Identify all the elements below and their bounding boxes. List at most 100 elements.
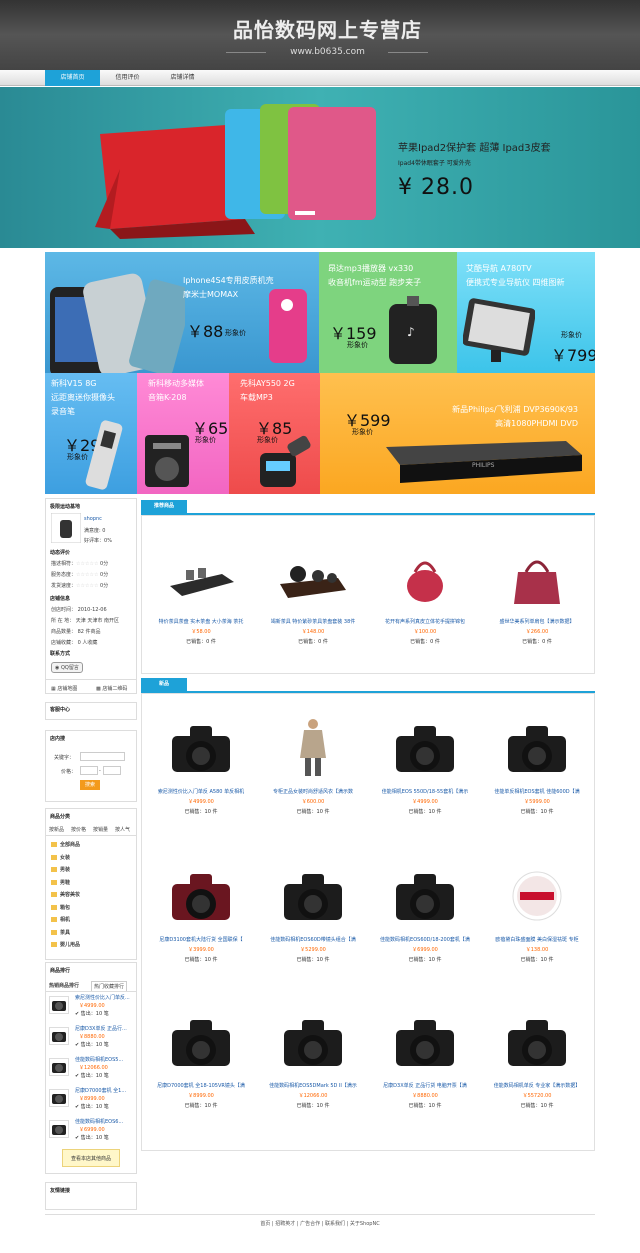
product-card[interactable]: 佳能相机EOS 550D/18-55套机【满示 ￥4999.00 已销售：10 件 xyxy=(370,718,480,828)
tab-recommended[interactable]: 推荐商品 xyxy=(141,500,187,513)
rank-thumb[interactable] xyxy=(49,1120,69,1138)
category-item[interactable]: 男装 xyxy=(51,866,70,873)
rank-name[interactable]: 尼康D3X单反 正品行... xyxy=(75,1025,127,1032)
rank-name[interactable]: 佳能数码相机EOS5... xyxy=(75,1056,123,1063)
rank-thumb[interactable] xyxy=(49,996,69,1014)
footer-link-ads[interactable]: 广告合作 xyxy=(300,1221,320,1227)
promo-tile-camera-pen[interactable]: 新科V15 8G 远距离迷你摄像头 录音笔 ￥299 形象价 xyxy=(45,373,137,494)
product-card[interactable]: 佳能数码相机EOS60D带镜头组合【满 ￥5299.00 已销售：10 件 xyxy=(258,866,368,976)
qq-button[interactable]: ◉ QQ留言 xyxy=(51,662,83,673)
rank-item[interactable]: 佳能数码相机EOS6... ￥6999.00 ✔ 售出：10 笔 xyxy=(49,1118,133,1141)
category-item[interactable]: 全部商品 xyxy=(51,841,80,848)
product-image[interactable] xyxy=(502,866,572,926)
keyword-input[interactable] xyxy=(80,752,125,761)
product-card[interactable]: 专柜正品女装时尚舒适风衣【满示数 ￥600.00 已销售：10 件 xyxy=(258,718,368,828)
footer-link-about[interactable]: 关于ShopNC xyxy=(350,1221,380,1227)
price-min-input[interactable] xyxy=(80,766,98,775)
product-name[interactable]: 佳能数码相机EOS5DMark 5D II【满示 xyxy=(258,1082,368,1089)
price-max-input[interactable] xyxy=(103,766,121,775)
promo-tile-gps[interactable]: 艾酷导航 A780TV 便携式专业导航仪 四维图新 形象价 ￥799 xyxy=(457,252,595,373)
product-name[interactable]: 竭新茶具 特价紫砂茶具茶盘套装 38件 xyxy=(258,618,368,625)
product-card[interactable]: 佳能单反相机EOS套机 佳能600D【满 ￥5999.00 已销售：10 件 xyxy=(482,718,592,828)
product-image[interactable] xyxy=(502,718,572,778)
category-item[interactable]: 茶具 xyxy=(51,929,70,936)
rank-thumb[interactable] xyxy=(49,1027,69,1045)
tab-new[interactable]: 新品 xyxy=(141,678,187,691)
product-name[interactable]: 尼康D3X单反 正品行货 电脑开票【满 xyxy=(370,1082,480,1089)
store-avatar[interactable] xyxy=(51,513,81,543)
store-url[interactable]: www.b0635.com xyxy=(0,47,640,57)
product-card[interactable]: 尼康D3100套机大陆行货 全国联保【 ￥3999.00 已销售：10 件 xyxy=(146,866,256,976)
rank-item[interactable]: 索尼测性价比入门单反... ￥4999.00 ✔ 售出：10 笔 xyxy=(49,994,133,1017)
category-item[interactable]: 男鞋 xyxy=(51,879,70,886)
product-image[interactable] xyxy=(278,718,348,778)
product-name[interactable]: 佳能相机EOS 550D/18-55套机【满示 xyxy=(370,788,480,795)
footer-link-home[interactable]: 首页 xyxy=(260,1221,270,1227)
sort-tab-popularity[interactable]: 按人气 xyxy=(115,826,130,833)
rank-item[interactable]: 佳能数码相机EOS5... ￥12066.00 ✔ 售出：10 笔 xyxy=(49,1056,133,1079)
product-image[interactable] xyxy=(390,718,460,778)
product-card[interactable]: 佳能数码相机单反 专业家【满示数据】 ￥55720.00 已销售：10 件 xyxy=(482,1012,592,1122)
product-card[interactable]: 竭新茶具 特价紫砂茶具茶盘套装 38件 ￥148.00 已销售：0 件 xyxy=(258,548,368,658)
category-item[interactable]: 女装 xyxy=(51,854,70,861)
sort-tab-sales[interactable]: 按销量 xyxy=(93,826,108,833)
product-card[interactable]: 尼康D3X单反 正品行货 电脑开票【满 ￥8880.00 已销售：10 件 xyxy=(370,1012,480,1122)
product-card[interactable]: 索尼测性价比入门单反 A580 单反相机 ￥4999.00 已销售：10 件 xyxy=(146,718,256,828)
rank-item[interactable]: 尼康D3X单反 正品行... ￥8880.00 ✔ 售出：10 笔 xyxy=(49,1025,133,1048)
product-name[interactable]: 欧蓓黛白珠盛面膜 美白保湿祛斑 专柜 xyxy=(482,936,592,943)
product-name[interactable]: 专柜正品女装时尚舒适风衣【满示数 xyxy=(258,788,368,795)
product-name[interactable]: 盛世华美系列单肩包【满示数据】 xyxy=(482,618,592,625)
rank-item[interactable]: 尼康D7000套机 全1... ￥8999.00 ✔ 售出：10 笔 xyxy=(49,1087,133,1110)
hero-banner[interactable]: 苹果Ipad2保护套 超薄 Ipad3皮套 Ipad4带休眠套子 可爱外壳 ¥ … xyxy=(0,87,640,248)
product-image[interactable] xyxy=(166,866,236,926)
product-image[interactable] xyxy=(278,548,348,608)
nav-details[interactable]: 店铺详情 xyxy=(155,70,210,86)
product-card[interactable]: 花开有声系列真皮立体花手提拼锦包 ￥100.00 已销售：0 件 xyxy=(370,548,480,658)
rank-thumb[interactable] xyxy=(49,1058,69,1076)
store-map-link[interactable]: ▦ 店铺地图 xyxy=(51,685,77,692)
view-more-button[interactable]: 查看本店其他商品 xyxy=(62,1149,120,1167)
product-image[interactable] xyxy=(166,1012,236,1072)
product-card[interactable]: 欧蓓黛白珠盛面膜 美白保湿祛斑 专柜 ￥138.00 已销售：10 件 xyxy=(482,866,592,976)
rank-thumb[interactable] xyxy=(49,1089,69,1107)
category-item[interactable]: 箱包 xyxy=(51,904,70,911)
tab-hot-sales[interactable]: 热销商品排行 xyxy=(49,982,79,989)
product-name[interactable]: 索尼测性价比入门单反 A580 单反相机 xyxy=(146,788,256,795)
product-image[interactable] xyxy=(278,1012,348,1072)
store-qr-link[interactable]: ▩ 店铺二维码 xyxy=(96,685,127,692)
sort-tab-price[interactable]: 按价格 xyxy=(71,826,86,833)
product-name[interactable]: 佳能数码相机EOS60D带镜头组合【满 xyxy=(258,936,368,943)
product-card[interactable]: 特价茶具茶盘 实木茶盘 大小茶海 茶托 ￥58.00 已销售：0 件 xyxy=(146,548,256,658)
category-item[interactable]: 婴儿用品 xyxy=(51,941,80,948)
product-name[interactable]: 尼康D7000套机 全18-105VR镜头【满 xyxy=(146,1082,256,1089)
category-item[interactable]: 美容美妆 xyxy=(51,891,80,898)
promo-tile-car-mp3[interactable]: 先科AY550 2G 车载MP3 ￥85 形象价 xyxy=(229,373,320,494)
product-image[interactable] xyxy=(502,548,572,608)
rank-name[interactable]: 索尼测性价比入门单反... xyxy=(75,994,130,1001)
product-name[interactable]: 佳能数码相机单反 专业家【满示数据】 xyxy=(482,1082,592,1089)
promo-tile-speaker[interactable]: 新科移动多媒体 音箱K-208 ￥65 形象价 xyxy=(137,373,229,494)
product-card[interactable]: 盛世华美系列单肩包【满示数据】 ￥266.00 已销售：0 件 xyxy=(482,548,592,658)
product-name[interactable]: 佳能单反相机EOS套机 佳能600D【满 xyxy=(482,788,592,795)
product-image[interactable] xyxy=(278,866,348,926)
store-owner[interactable]: shopnc xyxy=(84,516,102,522)
product-card[interactable]: 尼康D7000套机 全18-105VR镜头【满 ￥8999.00 已销售：10 件 xyxy=(146,1012,256,1122)
search-button[interactable]: 搜索 xyxy=(80,780,100,790)
product-name[interactable]: 尼康D3100套机大陆行货 全国联保【 xyxy=(146,936,256,943)
sort-tab-new[interactable]: 按新品 xyxy=(49,826,64,833)
product-image[interactable] xyxy=(390,548,460,608)
product-image[interactable] xyxy=(166,718,236,778)
rank-name[interactable]: 佳能数码相机EOS6... xyxy=(75,1118,123,1125)
nav-home[interactable]: 店铺首页 xyxy=(45,70,100,86)
product-name[interactable]: 花开有声系列真皮立体花手提拼锦包 xyxy=(370,618,480,625)
product-card[interactable]: 佳能数码相机EOS60D/18-200套机【满 ￥6999.00 已销售：10 件 xyxy=(370,866,480,976)
footer-link-contact[interactable]: 联系我们 xyxy=(325,1221,345,1227)
rank-name[interactable]: 尼康D7000套机 全1... xyxy=(75,1087,126,1094)
product-image[interactable] xyxy=(502,1012,572,1072)
category-item[interactable]: 相机 xyxy=(51,916,70,923)
product-name[interactable]: 特价茶具茶盘 实木茶盘 大小茶海 茶托 xyxy=(146,618,256,625)
promo-tile-dvd[interactable]: ￥599 形象价 新品Philips/飞利浦 DVP3690K/93 高清1080… xyxy=(320,373,595,494)
promo-tile-mp3[interactable]: 昂达mp3播放器 vx330 收音机fm运动型 跑步夹子 ♪ ￥159 形象价 xyxy=(319,252,457,373)
product-image[interactable] xyxy=(390,1012,460,1072)
nav-credit[interactable]: 信用评价 xyxy=(100,70,155,86)
